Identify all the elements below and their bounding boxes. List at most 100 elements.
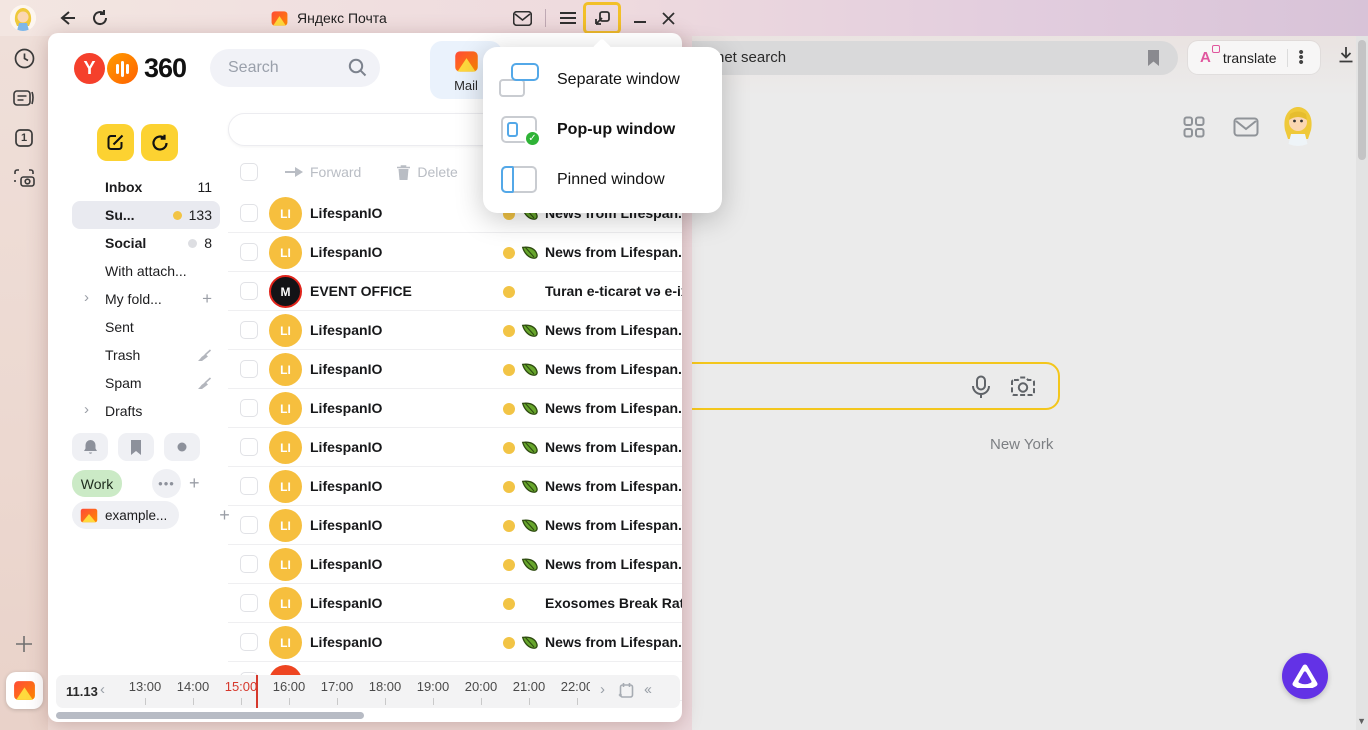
message-checkbox[interactable] bbox=[240, 399, 258, 417]
bookmark-icon[interactable] bbox=[1147, 50, 1160, 66]
timeline-hour-label: 18:00 bbox=[369, 679, 402, 694]
horizontal-scrollbar-thumb[interactable] bbox=[56, 712, 364, 719]
message-row[interactable]: LI LifespanIO News from Lifespan. bbox=[48, 311, 682, 350]
add-event-calendar-icon[interactable] bbox=[618, 682, 635, 699]
feed-icon[interactable] bbox=[12, 86, 36, 110]
message-row[interactable]: LI LifespanIO News from Lifespan. bbox=[48, 623, 682, 662]
forward-button[interactable]: Forward bbox=[285, 164, 361, 180]
account-avatar[interactable] bbox=[1276, 102, 1320, 146]
sender-avatar: LI bbox=[269, 431, 302, 464]
translate-button[interactable]: A translate ••• bbox=[1188, 41, 1320, 74]
message-subject: News from Lifespan. bbox=[545, 478, 682, 494]
message-row[interactable]: LI LifespanIO News from Lifespan. bbox=[48, 428, 682, 467]
message-row[interactable]: LI LifespanIO News from Lifespan. bbox=[48, 506, 682, 545]
downloads-icon[interactable] bbox=[1338, 46, 1354, 63]
apps-grid-icon[interactable] bbox=[1183, 116, 1205, 138]
delete-button[interactable]: Delete bbox=[397, 164, 457, 180]
message-checkbox[interactable] bbox=[240, 633, 258, 651]
timeline-tick bbox=[433, 698, 434, 705]
message-checkbox[interactable] bbox=[240, 321, 258, 339]
refresh-button[interactable] bbox=[141, 124, 178, 161]
compose-button[interactable] bbox=[97, 124, 134, 161]
message-row[interactable]: LI LifespanIO News from Lifespan. bbox=[48, 233, 682, 272]
sender-avatar: LI bbox=[269, 509, 302, 542]
message-sender: LifespanIO bbox=[310, 244, 382, 260]
message-sender: LifespanIO bbox=[310, 556, 382, 572]
message-checkbox[interactable] bbox=[240, 516, 258, 534]
location-label[interactable]: New York bbox=[990, 436, 1053, 453]
mail-notifier-icon[interactable] bbox=[510, 6, 534, 30]
voice-search-icon[interactable] bbox=[970, 375, 992, 399]
timeline-tick bbox=[337, 698, 338, 705]
close-button[interactable] bbox=[656, 6, 680, 30]
message-sender: LifespanIO bbox=[310, 634, 382, 650]
minimize-button[interactable] bbox=[628, 6, 652, 30]
timeline-date: 11.13 bbox=[66, 684, 98, 699]
window-mode-button[interactable] bbox=[583, 2, 621, 34]
message-checkbox[interactable] bbox=[240, 555, 258, 573]
mail-search-input[interactable] bbox=[228, 56, 338, 80]
message-checkbox[interactable] bbox=[240, 477, 258, 495]
timeline-next-icon[interactable]: › bbox=[600, 681, 605, 698]
mail-search-bar[interactable] bbox=[210, 49, 380, 87]
message-checkbox[interactable] bbox=[240, 360, 258, 378]
mail-link-icon[interactable] bbox=[1233, 117, 1259, 137]
sender-avatar: LI bbox=[269, 548, 302, 581]
history-icon[interactable] bbox=[12, 46, 36, 70]
message-checkbox[interactable] bbox=[240, 243, 258, 261]
unread-dot-icon bbox=[503, 325, 515, 337]
message-row[interactable]: LI LifespanIO News from Lifespan. bbox=[48, 467, 682, 506]
timeline-prev-icon[interactable]: ‹ bbox=[100, 681, 105, 698]
message-row[interactable]: LI LifespanIO News from Lifespan. bbox=[48, 350, 682, 389]
yandex-mail-logo-icon bbox=[12, 678, 37, 703]
message-subject: News from Lifespan. bbox=[545, 439, 682, 455]
message-row[interactable]: LI LifespanIO News from Lifespan. bbox=[48, 545, 682, 584]
sender-avatar: LI bbox=[269, 470, 302, 503]
unread-dot-icon bbox=[503, 442, 515, 454]
menu-item-pinned-window[interactable]: Pinned window bbox=[483, 155, 722, 205]
menu-item-separate-window[interactable]: Separate window bbox=[483, 55, 722, 105]
mail-app-shortcut[interactable] bbox=[6, 672, 43, 709]
timeline-tick bbox=[193, 698, 194, 705]
tabs-counter[interactable]: 1 bbox=[12, 126, 36, 150]
collapse-timeline-icon[interactable]: ‹‹ bbox=[644, 681, 650, 698]
back-button[interactable] bbox=[55, 6, 79, 30]
screenshot-icon[interactable] bbox=[12, 166, 36, 190]
alice-assistant-button[interactable] bbox=[1282, 653, 1328, 699]
message-sender: LifespanIO bbox=[310, 478, 382, 494]
unread-dot-icon bbox=[503, 520, 515, 532]
browser-titlebar: Яндекс Почта bbox=[0, 0, 1368, 36]
message-checkbox[interactable] bbox=[240, 204, 258, 222]
message-checkbox[interactable] bbox=[240, 438, 258, 456]
message-subject: News from Lifespan. bbox=[545, 400, 682, 416]
timeline-hours: 13:0014:0015:0016:0017:0018:0019:0020:00… bbox=[116, 675, 590, 708]
screen: Яндекс Почта 1 bbox=[0, 0, 1368, 730]
add-tab-icon[interactable] bbox=[12, 632, 36, 656]
scroll-down-arrow-icon[interactable]: ▼ bbox=[1357, 716, 1366, 726]
menu-item-label: Pop-up window bbox=[557, 121, 675, 139]
unread-dot-icon bbox=[503, 403, 515, 415]
message-list: LI LifespanIO News from Lifespan. LI Lif… bbox=[48, 194, 682, 701]
profile-avatar[interactable] bbox=[10, 5, 36, 31]
popup-window-icon: ✓ bbox=[499, 113, 541, 147]
message-checkbox[interactable] bbox=[240, 282, 258, 300]
leaf-icon bbox=[521, 361, 539, 378]
page-scrollbar[interactable]: ▼ bbox=[1356, 36, 1368, 730]
browser-sidebar: 1 ●●● bbox=[0, 36, 48, 730]
reload-button[interactable] bbox=[88, 6, 112, 30]
tab-count: 1 bbox=[21, 132, 27, 144]
message-row[interactable]: LI LifespanIO Exosomes Break Rat Lif bbox=[48, 584, 682, 623]
page-scrollbar-thumb[interactable] bbox=[1358, 40, 1366, 160]
message-row[interactable]: M EVENT OFFICE Turan e-ticarət və e-ixra bbox=[48, 272, 682, 311]
yandex-mail-logo-icon bbox=[270, 9, 289, 28]
yandex360-logo[interactable]: Y 360 bbox=[74, 53, 186, 84]
menu-item-label: Separate window bbox=[557, 71, 680, 89]
kebab-menu-icon[interactable]: ••• bbox=[1299, 50, 1303, 65]
select-all-checkbox[interactable] bbox=[240, 163, 258, 181]
menu-item-pop-up-window[interactable]: ✓ Pop-up window bbox=[483, 105, 722, 155]
message-row[interactable]: LI LifespanIO News from Lifespan. bbox=[48, 389, 682, 428]
address-bar[interactable]: net search bbox=[654, 41, 1178, 75]
image-search-icon[interactable] bbox=[1010, 375, 1036, 399]
message-checkbox[interactable] bbox=[240, 594, 258, 612]
menu-button[interactable] bbox=[556, 6, 580, 30]
